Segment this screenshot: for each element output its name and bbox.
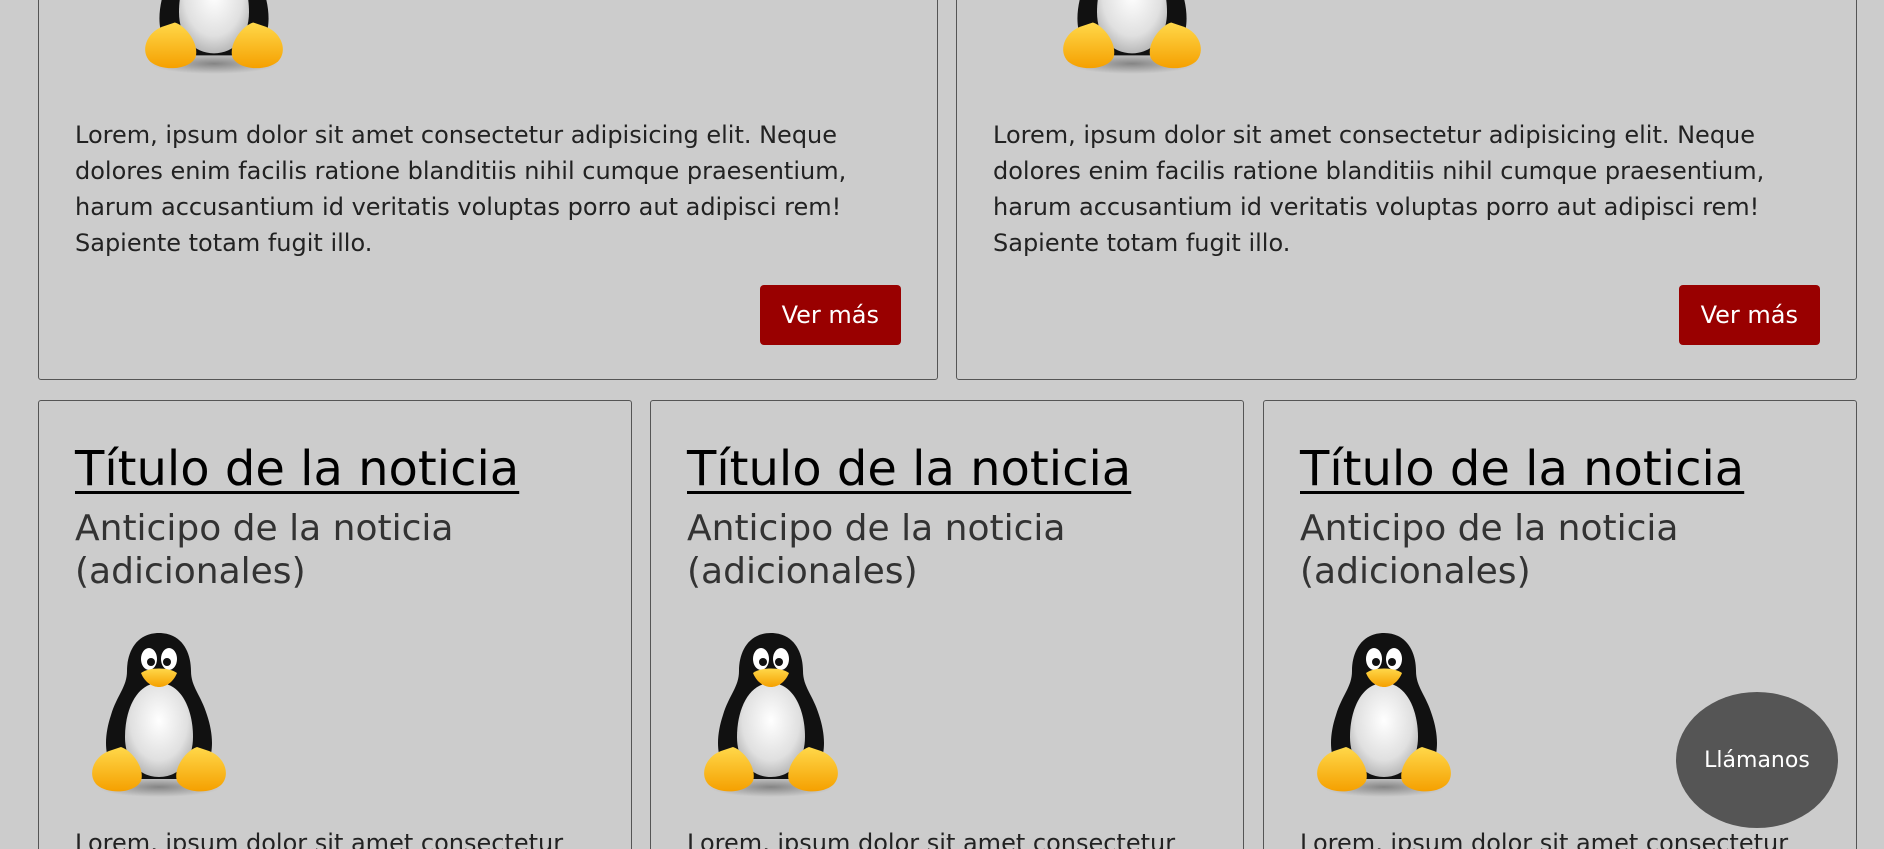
news-title-link[interactable]: Título de la noticia [687,439,1131,499]
news-body: Lorem, ipsum dolor sit amet consectetur [75,829,564,849]
top-card-1: Lorem, ipsum dolor sit amet consectetur … [38,0,938,380]
ver-mas-button[interactable]: Ver más [759,285,901,345]
page: Lorem, ipsum dolor sit amet consectetur … [0,0,1884,849]
top-card-2: Lorem, ipsum dolor sit amet consectetur … [956,0,1857,380]
penguin-icon [89,0,339,76]
news-card-2: Título de la noticia Anticipo de la noti… [650,400,1244,849]
penguin-icon [79,629,239,799]
news-subtitle: Anticipo de la noticia (adicionales) [1300,508,1679,592]
call-us-button[interactable]: Llámanos [1676,692,1838,828]
penguin-icon [691,629,851,799]
ver-mas-button[interactable]: Ver más [1678,285,1820,345]
news-body: Lorem, ipsum dolor sit amet consectetur [1300,829,1789,849]
news-subtitle: Anticipo de la noticia (adicionales) [75,508,454,592]
news-subtitle: Anticipo de la noticia (adicionales) [687,508,1066,592]
news-title-link[interactable]: Título de la noticia [75,439,519,499]
news-body: Lorem, ipsum dolor sit amet consectetur [687,829,1176,849]
news-title-link[interactable]: Título de la noticia [1300,439,1744,499]
news-card-1: Título de la noticia Anticipo de la noti… [38,400,632,849]
penguin-icon [1007,0,1257,76]
card-body: Lorem, ipsum dolor sit amet consectetur … [993,121,1765,257]
penguin-icon [1304,629,1464,799]
card-body: Lorem, ipsum dolor sit amet consectetur … [75,121,847,257]
